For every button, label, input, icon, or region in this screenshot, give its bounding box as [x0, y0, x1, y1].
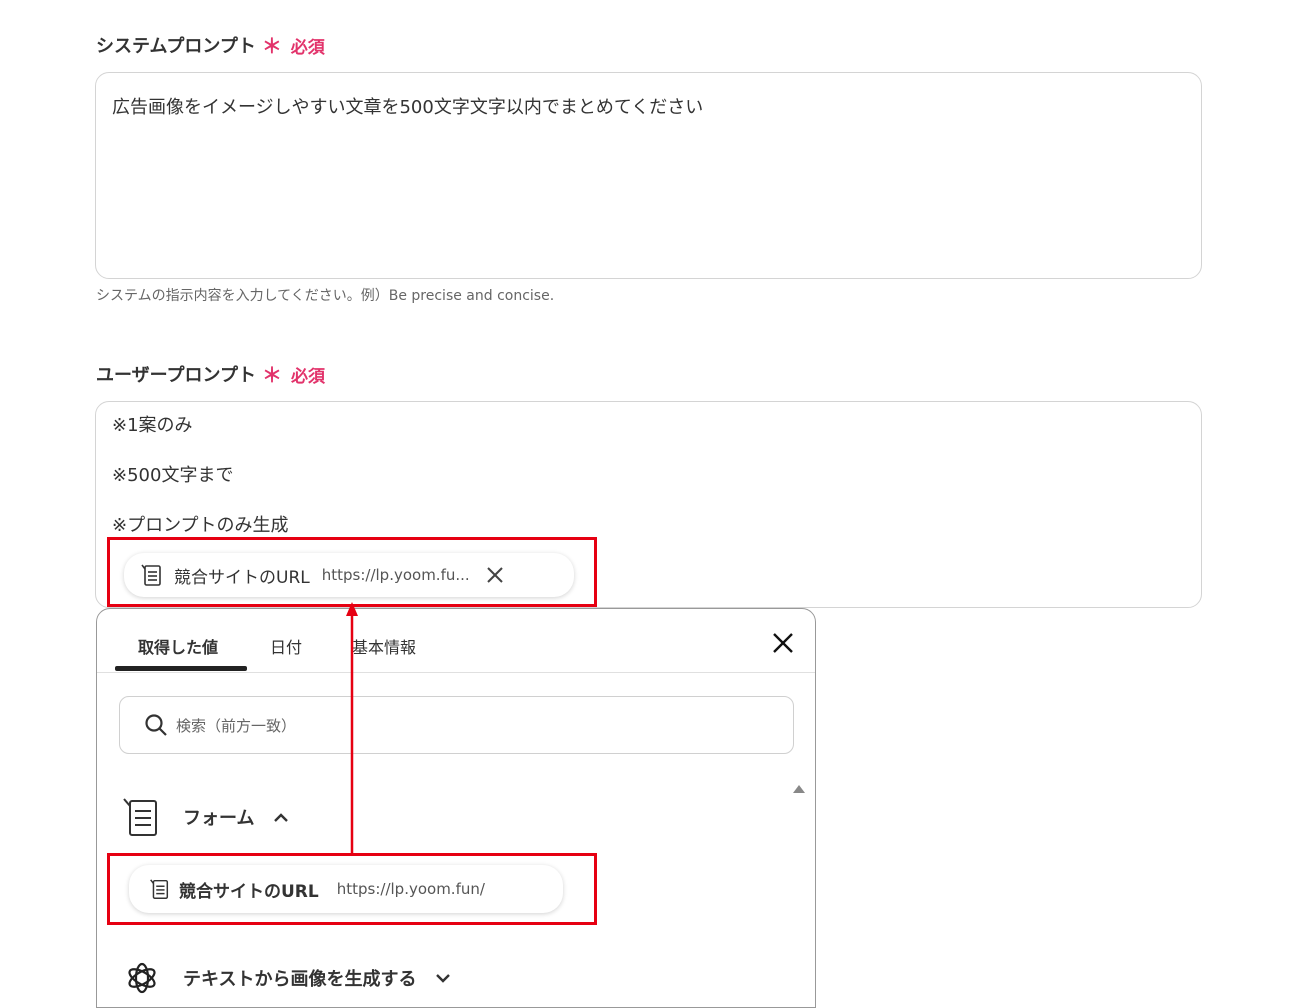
tab-date[interactable]: 日付 — [270, 634, 302, 658]
user-prompt-title: ユーザープロンプト — [96, 364, 257, 386]
active-tab-indicator — [115, 666, 247, 671]
group-form-header[interactable]: フォーム — [121, 795, 290, 839]
scroll-up-arrow-icon[interactable] — [787, 779, 811, 799]
group-text-to-image-header[interactable]: テキストから画像を生成する — [123, 959, 452, 997]
chevron-up-icon — [272, 811, 290, 823]
openai-icon — [123, 959, 161, 997]
system-prompt-title: システムプロンプト — [96, 35, 256, 57]
user-prompt-line: ※1案のみ — [112, 415, 193, 436]
search-input[interactable]: 検索（前方一致） — [119, 696, 794, 754]
system-prompt-hint: システムの指示内容を入力してください。例）Be precise and conc… — [96, 288, 555, 304]
tab-acquired-values[interactable]: 取得した値 — [138, 634, 218, 658]
user-prompt-line: ※プロンプトのみ生成 — [112, 515, 289, 536]
highlight-box — [107, 853, 597, 925]
system-prompt-text: 広告画像をイメージしやすい文章を500文字文字以内でまとめてください — [112, 97, 704, 118]
form-icon — [121, 795, 161, 839]
user-prompt-line: ※500文字まで — [112, 465, 234, 486]
required-badge: ＊ 必須 — [262, 359, 325, 388]
system-prompt-label: システムプロンプト ＊ 必須 — [96, 30, 325, 59]
required-label: 必須 — [290, 38, 325, 58]
required-badge: ＊ 必須 — [262, 30, 325, 59]
user-prompt-label: ユーザープロンプト ＊ 必須 — [96, 359, 325, 388]
chevron-down-icon — [434, 972, 452, 984]
highlight-box — [107, 537, 597, 607]
tab-divider — [97, 672, 815, 673]
system-prompt-textarea[interactable]: 広告画像をイメージしやすい文章を500文字文字以内でまとめてください — [95, 72, 1202, 279]
group-form-label: フォーム — [183, 808, 255, 829]
search-placeholder: 検索（前方一致） — [176, 717, 297, 735]
required-label: 必須 — [290, 367, 325, 387]
search-icon — [144, 713, 168, 737]
close-icon[interactable] — [771, 631, 795, 655]
required-star: ＊ — [262, 363, 283, 387]
value-picker-panel: 取得した値 日付 基本情報 検索（前方一致） フォーム 競合サイトのURL ht… — [96, 608, 816, 1008]
arrow-up-icon — [346, 602, 358, 854]
scrollbar[interactable] — [787, 779, 811, 1007]
required-star: ＊ — [261, 34, 282, 58]
group-text-to-image-label: テキストから画像を生成する — [183, 969, 417, 990]
